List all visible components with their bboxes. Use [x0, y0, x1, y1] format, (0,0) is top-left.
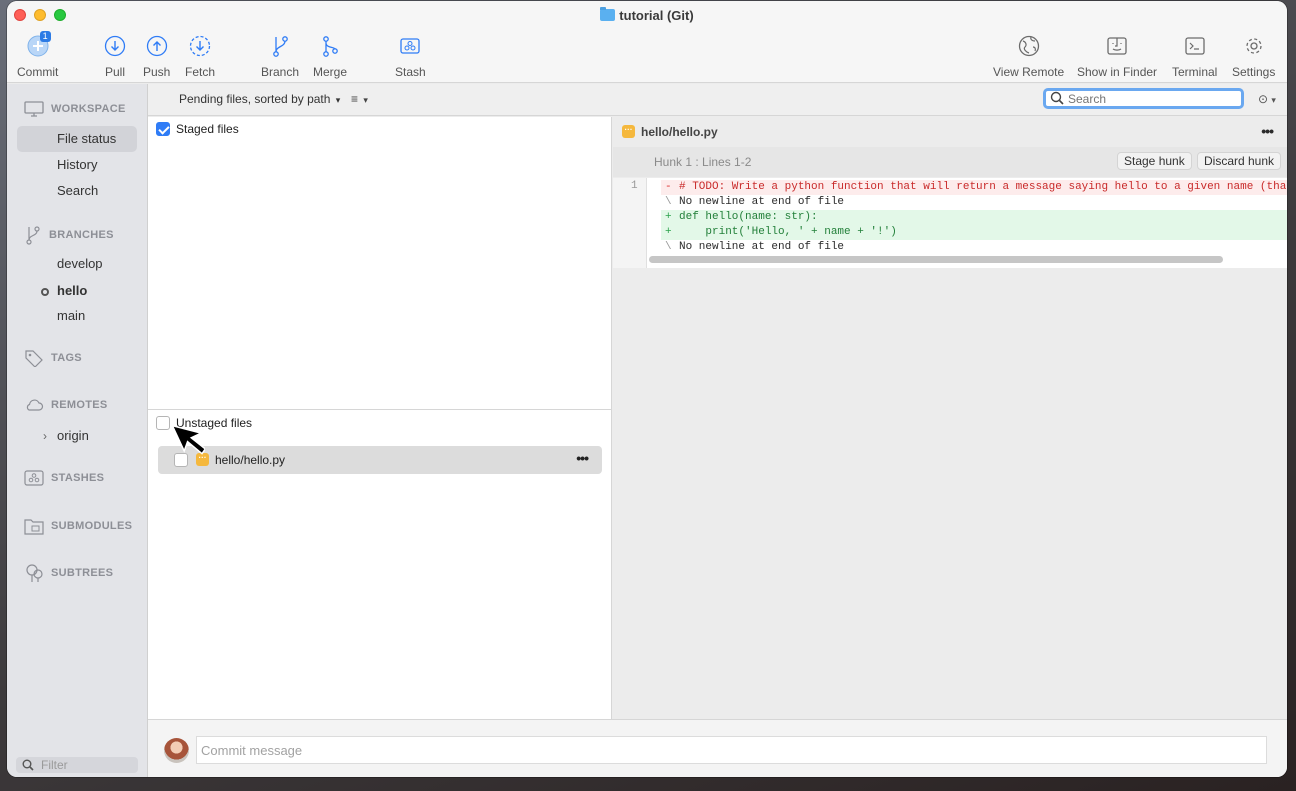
stash-button[interactable]: Stash [395, 33, 426, 79]
terminal-icon [1183, 33, 1207, 59]
branch-icon [26, 226, 40, 245]
line-number: 1 [631, 180, 638, 192]
commit-icon: 1 [26, 31, 51, 59]
sidebar-item-search[interactable]: Search [17, 178, 137, 204]
commit-bar [148, 719, 1287, 777]
submodule-icon [24, 519, 44, 535]
staged-files-checkbox[interactable] [156, 122, 170, 136]
merge-icon [318, 33, 342, 59]
branch-button[interactable]: Branch [261, 33, 299, 79]
search-icon [22, 759, 34, 771]
window-title: tutorial (Git) [7, 7, 1287, 23]
workspace-header: WORKSPACE [24, 101, 126, 117]
tags-header[interactable]: TAGS [24, 349, 82, 367]
search-field[interactable] [1043, 88, 1244, 109]
more-options-button[interactable]: ⊙ ▾ [1258, 92, 1276, 106]
diff-line-added: + print('Hello, ' + name + '!') [661, 225, 1287, 240]
stash-icon [398, 33, 422, 59]
avatar [164, 738, 189, 763]
pane-divider[interactable] [148, 409, 611, 410]
stage-hunk-button[interactable]: Stage hunk [1117, 152, 1192, 170]
branches-header: BRANCHES [24, 225, 114, 245]
view-remote-button[interactable]: View Remote [993, 33, 1064, 79]
modified-icon: ··· [622, 125, 635, 138]
sort-dropdown[interactable]: Pending files, sorted by path ▾ [179, 92, 340, 106]
push-icon [145, 33, 169, 59]
tag-icon [25, 350, 43, 367]
diff-pane: ··· hello/hello.py ••• Hunk 1 : Lines 1-… [613, 117, 1287, 719]
diff-line-meta: \ No newline at end of file [665, 241, 845, 253]
app-window: tutorial (Git) 1 Commit Pull Push Fetch … [7, 1, 1287, 777]
submodules-header[interactable]: SUBMODULES [24, 517, 132, 535]
file-name: hello/hello.py [215, 453, 286, 467]
diff-actions-button[interactable]: ••• [1261, 123, 1274, 139]
line-number-gutter [613, 178, 647, 268]
search-input[interactable] [1046, 91, 1241, 107]
chevron-right-icon[interactable]: › [43, 423, 47, 449]
diff-file-path: hello/hello.py [641, 124, 718, 139]
discard-hunk-button[interactable]: Discard hunk [1197, 152, 1282, 170]
push-button[interactable]: Push [143, 33, 170, 79]
merge-button[interactable]: Merge [313, 33, 347, 79]
globe-icon [1017, 33, 1041, 59]
pull-button[interactable]: Pull [103, 33, 127, 79]
current-branch-indicator [41, 288, 49, 296]
monitor-icon [24, 101, 44, 117]
branch-icon [268, 33, 292, 59]
subtrees-header[interactable]: SUBTREES [24, 563, 113, 583]
sidebar-branch-main[interactable]: main [17, 303, 137, 329]
sidebar-remote-origin[interactable]: › origin [17, 423, 137, 449]
tree-icon [26, 564, 43, 582]
diff-line-deleted: - # TODO: Write a python function that wi… [661, 180, 1287, 195]
file-list-toolbar: Pending files, sorted by path ▾ ≡ ▾ ⊙ ▾ [148, 84, 1287, 116]
diff-line-added: + def hello(name: str): [661, 210, 1287, 225]
chevron-down-icon: ▾ [335, 95, 341, 105]
settings-button[interactable]: Settings [1232, 33, 1275, 79]
mouse-cursor-icon [170, 424, 205, 455]
hunk-label: Hunk 1 : Lines 1-2 [654, 155, 752, 169]
fetch-icon [188, 33, 212, 59]
pull-icon [103, 33, 127, 59]
show-in-finder-button[interactable]: Show in Finder [1077, 33, 1157, 79]
chevron-down-icon: ▾ [1271, 95, 1276, 105]
search-icon [1050, 91, 1064, 105]
diff-line-meta: \ No newline at end of file [665, 196, 845, 208]
horizontal-scrollbar[interactable] [649, 256, 1223, 263]
remotes-header: REMOTES [24, 398, 108, 412]
sidebar: WORKSPACE File status History Search BRA… [7, 84, 148, 777]
sidebar-item-history[interactable]: History [17, 152, 137, 178]
ellipsis-circle-icon: ⊙ [1258, 92, 1269, 106]
diff-header: ··· hello/hello.py ••• [613, 117, 1287, 146]
sidebar-branch-develop[interactable]: develop [17, 251, 137, 277]
fetch-button[interactable]: Fetch [185, 33, 215, 79]
file-list-pane: Staged files Unstaged files ··· hello/he… [148, 117, 612, 719]
folder-icon [600, 7, 616, 21]
unstaged-file-row[interactable]: ··· hello/hello.py ••• [158, 446, 602, 474]
view-mode-dropdown[interactable]: ≡ ▾ [351, 92, 368, 106]
gear-icon [1242, 33, 1266, 59]
toolbar: tutorial (Git) 1 Commit Pull Push Fetch … [7, 1, 1287, 83]
commit-button[interactable]: 1 Commit [17, 31, 58, 79]
file-actions-button[interactable]: ••• [576, 450, 589, 466]
finder-icon [1105, 33, 1129, 59]
commit-message-input[interactable] [196, 736, 1267, 764]
hunk-header: Hunk 1 : Lines 1-2 Stage hunk Discard hu… [613, 147, 1287, 177]
diff-code: 1 - # TODO: Write a python function that … [613, 178, 1287, 268]
stash-icon [24, 470, 44, 486]
stashes-header[interactable]: STASHES [24, 470, 104, 486]
staged-files-header: Staged files [156, 122, 239, 136]
commit-badge: 1 [39, 31, 51, 42]
terminal-button[interactable]: Terminal [1172, 33, 1217, 79]
sidebar-branch-hello[interactable]: hello [17, 278, 137, 304]
cloud-icon [26, 399, 44, 411]
sidebar-item-file-status[interactable]: File status [17, 126, 137, 152]
chevron-down-icon: ▾ [363, 95, 368, 105]
sidebar-filter-input[interactable]: Filter [16, 757, 138, 773]
list-icon: ≡ [351, 92, 359, 106]
